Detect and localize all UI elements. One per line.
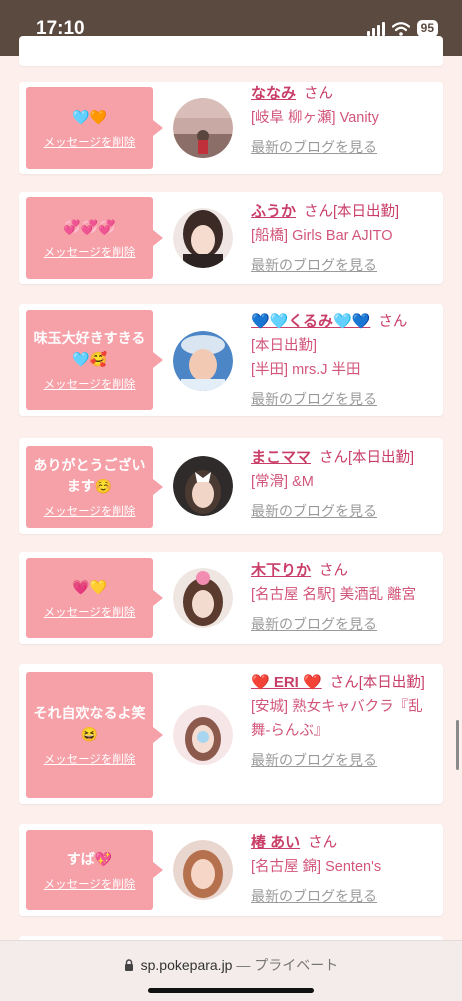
home-indicator[interactable] <box>148 988 314 993</box>
cast-info: ❤️ ERI ❤️ さん[本日出勤] [安城] 熟女キャバクラ『乱舞-らんぶ』 最… <box>251 671 437 772</box>
status-icons: 95 <box>366 20 438 37</box>
avatar[interactable] <box>173 568 233 628</box>
delete-message-link[interactable]: メッセージを削除 <box>44 134 136 150</box>
wifi-icon <box>391 21 410 36</box>
cast-name-link[interactable]: ななみ <box>251 85 296 102</box>
message-text: 🩵🧡 <box>72 108 107 125</box>
address-bar[interactable]: sp.pokepara.jp — プライベート <box>0 955 462 975</box>
avatar[interactable] <box>173 705 233 765</box>
cast-name-link[interactable]: 木下りか <box>251 562 311 579</box>
url-separator: — <box>236 957 251 973</box>
message-bubble: 💞💞💞 メッセージを削除 <box>26 197 163 279</box>
latest-blog-link[interactable]: 最新のブログを見る <box>251 499 437 523</box>
list-item: 💗💛 メッセージを削除 木下りか さん [名古屋 名駅] 美酒乱 離宮 最新のブロ… <box>19 552 443 644</box>
cast-info: ふうか さん[本日出勤] [船橋] Girls Bar AJITO 最新のブログを… <box>251 200 437 277</box>
cast-info: 💙🩵くるみ🩵💙 さん [本日出勤] [半田] mrs.J 半田 最新のブログを見る <box>251 310 437 411</box>
message-text: 味玉大好きすきる🩵🥰 <box>33 330 146 367</box>
avatar[interactable] <box>173 840 233 900</box>
cast-suffix: さん[本日出勤] <box>319 450 415 466</box>
cast-shop: [半田] mrs.J 半田 <box>251 362 361 378</box>
cast-shop: [船橋] Girls Bar AJITO <box>251 228 393 244</box>
delete-message-link[interactable]: メッセージを削除 <box>44 244 136 260</box>
message-bubble: ありがとうございます☺️ メッセージを削除 <box>26 446 163 528</box>
cast-name-link[interactable]: 椿 あい <box>251 834 300 851</box>
cast-info: ななみ さん [岐阜 柳ヶ瀬] Vanity 最新のブログを見る <box>251 82 437 159</box>
cast-shop: [岐阜 柳ヶ瀬] Vanity <box>251 110 379 126</box>
cast-shop: [名古屋 名駅] 美酒乱 離宮 <box>251 587 417 603</box>
battery-indicator: 95 <box>416 20 438 37</box>
latest-blog-link[interactable]: 最新のブログを見る <box>251 748 437 772</box>
avatar[interactable] <box>173 208 233 268</box>
lock-icon <box>124 959 133 971</box>
cast-shop: [安城] 熟女キャバクラ『乱舞-らんぶ』 <box>251 699 423 739</box>
latest-blog-link[interactable]: 最新のブログを見る <box>251 612 437 636</box>
list-item: それ自欢なるよ笑😆 メッセージを削除 ❤️ ERI ❤️ さん[本日出勤] [安城… <box>19 664 443 804</box>
latest-blog-link[interactable]: 最新のブログを見る <box>251 135 437 159</box>
avatar[interactable] <box>173 331 233 391</box>
message-text: それ自欢なるよ笑😆 <box>33 705 146 742</box>
message-bubble: 🩵🧡 メッセージを削除 <box>26 87 163 169</box>
cast-name-link[interactable]: 💙🩵くるみ🩵💙 <box>251 313 370 330</box>
cast-shop: [常滑] &M <box>251 474 314 490</box>
cast-suffix: さん <box>378 314 408 330</box>
cast-suffix: さん[本日出勤] <box>304 204 400 220</box>
list-item: 味玉大好きすきる🩵🥰 メッセージを削除 💙🩵くるみ🩵💙 さん [本日出勤] [半田… <box>19 304 443 416</box>
signal-icon <box>366 21 385 36</box>
message-text: 💗💛 <box>72 578 107 595</box>
message-text: すば💖 <box>66 850 113 867</box>
private-mode-label: プライベート <box>254 957 339 973</box>
cast-name-link[interactable]: ❤️ ERI ❤️ <box>251 674 322 691</box>
delete-message-link[interactable]: メッセージを削除 <box>44 751 136 767</box>
cast-info: 木下りか さん [名古屋 名駅] 美酒乱 離宮 最新のブログを見る <box>251 559 437 636</box>
cast-name-link[interactable]: ふうか <box>251 203 296 220</box>
delete-message-link[interactable]: メッセージを削除 <box>44 876 136 892</box>
cast-status: [本日出勤] <box>251 338 318 354</box>
latest-blog-link[interactable]: 最新のブログを見る <box>251 253 437 277</box>
list-item: 💞💞💞 メッセージを削除 ふうか さん[本日出勤] [船橋] Girls Bar … <box>19 192 443 284</box>
delete-message-link[interactable]: メッセージを削除 <box>44 376 136 392</box>
cast-info: 椿 あい さん [名古屋 錦] Senten's 最新のブログを見る <box>251 831 437 908</box>
list-item: 🩵🧡 メッセージを削除 ななみ さん [岐阜 柳ヶ瀬] Vanity 最新のブログ… <box>19 82 443 174</box>
cast-info: まこママ さん[本日出勤] [常滑] &M 最新のブログを見る <box>251 446 437 523</box>
scrollbar[interactable] <box>456 720 459 770</box>
list-item: すば💖 メッセージを削除 椿 あい さん [名古屋 錦] Senten's 最新の… <box>19 824 443 916</box>
cast-name-link[interactable]: まこママ <box>251 449 311 466</box>
cast-shop: [名古屋 錦] Senten's <box>251 859 382 875</box>
browser-bottom-bar: sp.pokepara.jp — プライベート <box>0 940 462 1001</box>
message-bubble: 💗💛 メッセージを削除 <box>26 558 163 638</box>
delete-message-link[interactable]: メッセージを削除 <box>44 604 136 620</box>
message-text: ありがとうございます☺️ <box>33 457 146 494</box>
avatar[interactable] <box>173 98 233 158</box>
delete-message-link[interactable]: メッセージを削除 <box>44 503 136 519</box>
message-bubble: それ自欢なるよ笑😆 メッセージを削除 <box>26 672 163 798</box>
message-bubble: 味玉大好きすきる🩵🥰 メッセージを削除 <box>26 310 163 410</box>
latest-blog-link[interactable]: 最新のブログを見る <box>251 387 437 411</box>
cast-suffix: さん[本日出勤] <box>329 675 425 691</box>
cast-suffix: さん <box>308 835 338 851</box>
cast-suffix: さん <box>304 86 334 102</box>
avatar[interactable] <box>173 456 233 516</box>
message-text: 💞💞💞 <box>63 218 116 235</box>
message-bubble: すば💖 メッセージを削除 <box>26 830 163 910</box>
list-item: ありがとうございます☺️ メッセージを削除 まこママ さん[本日出勤] [常滑] … <box>19 438 443 534</box>
cast-suffix: さん <box>319 563 349 579</box>
url-domain: sp.pokepara.jp <box>140 957 233 973</box>
latest-blog-link[interactable]: 最新のブログを見る <box>251 884 437 908</box>
list-item <box>19 36 443 66</box>
